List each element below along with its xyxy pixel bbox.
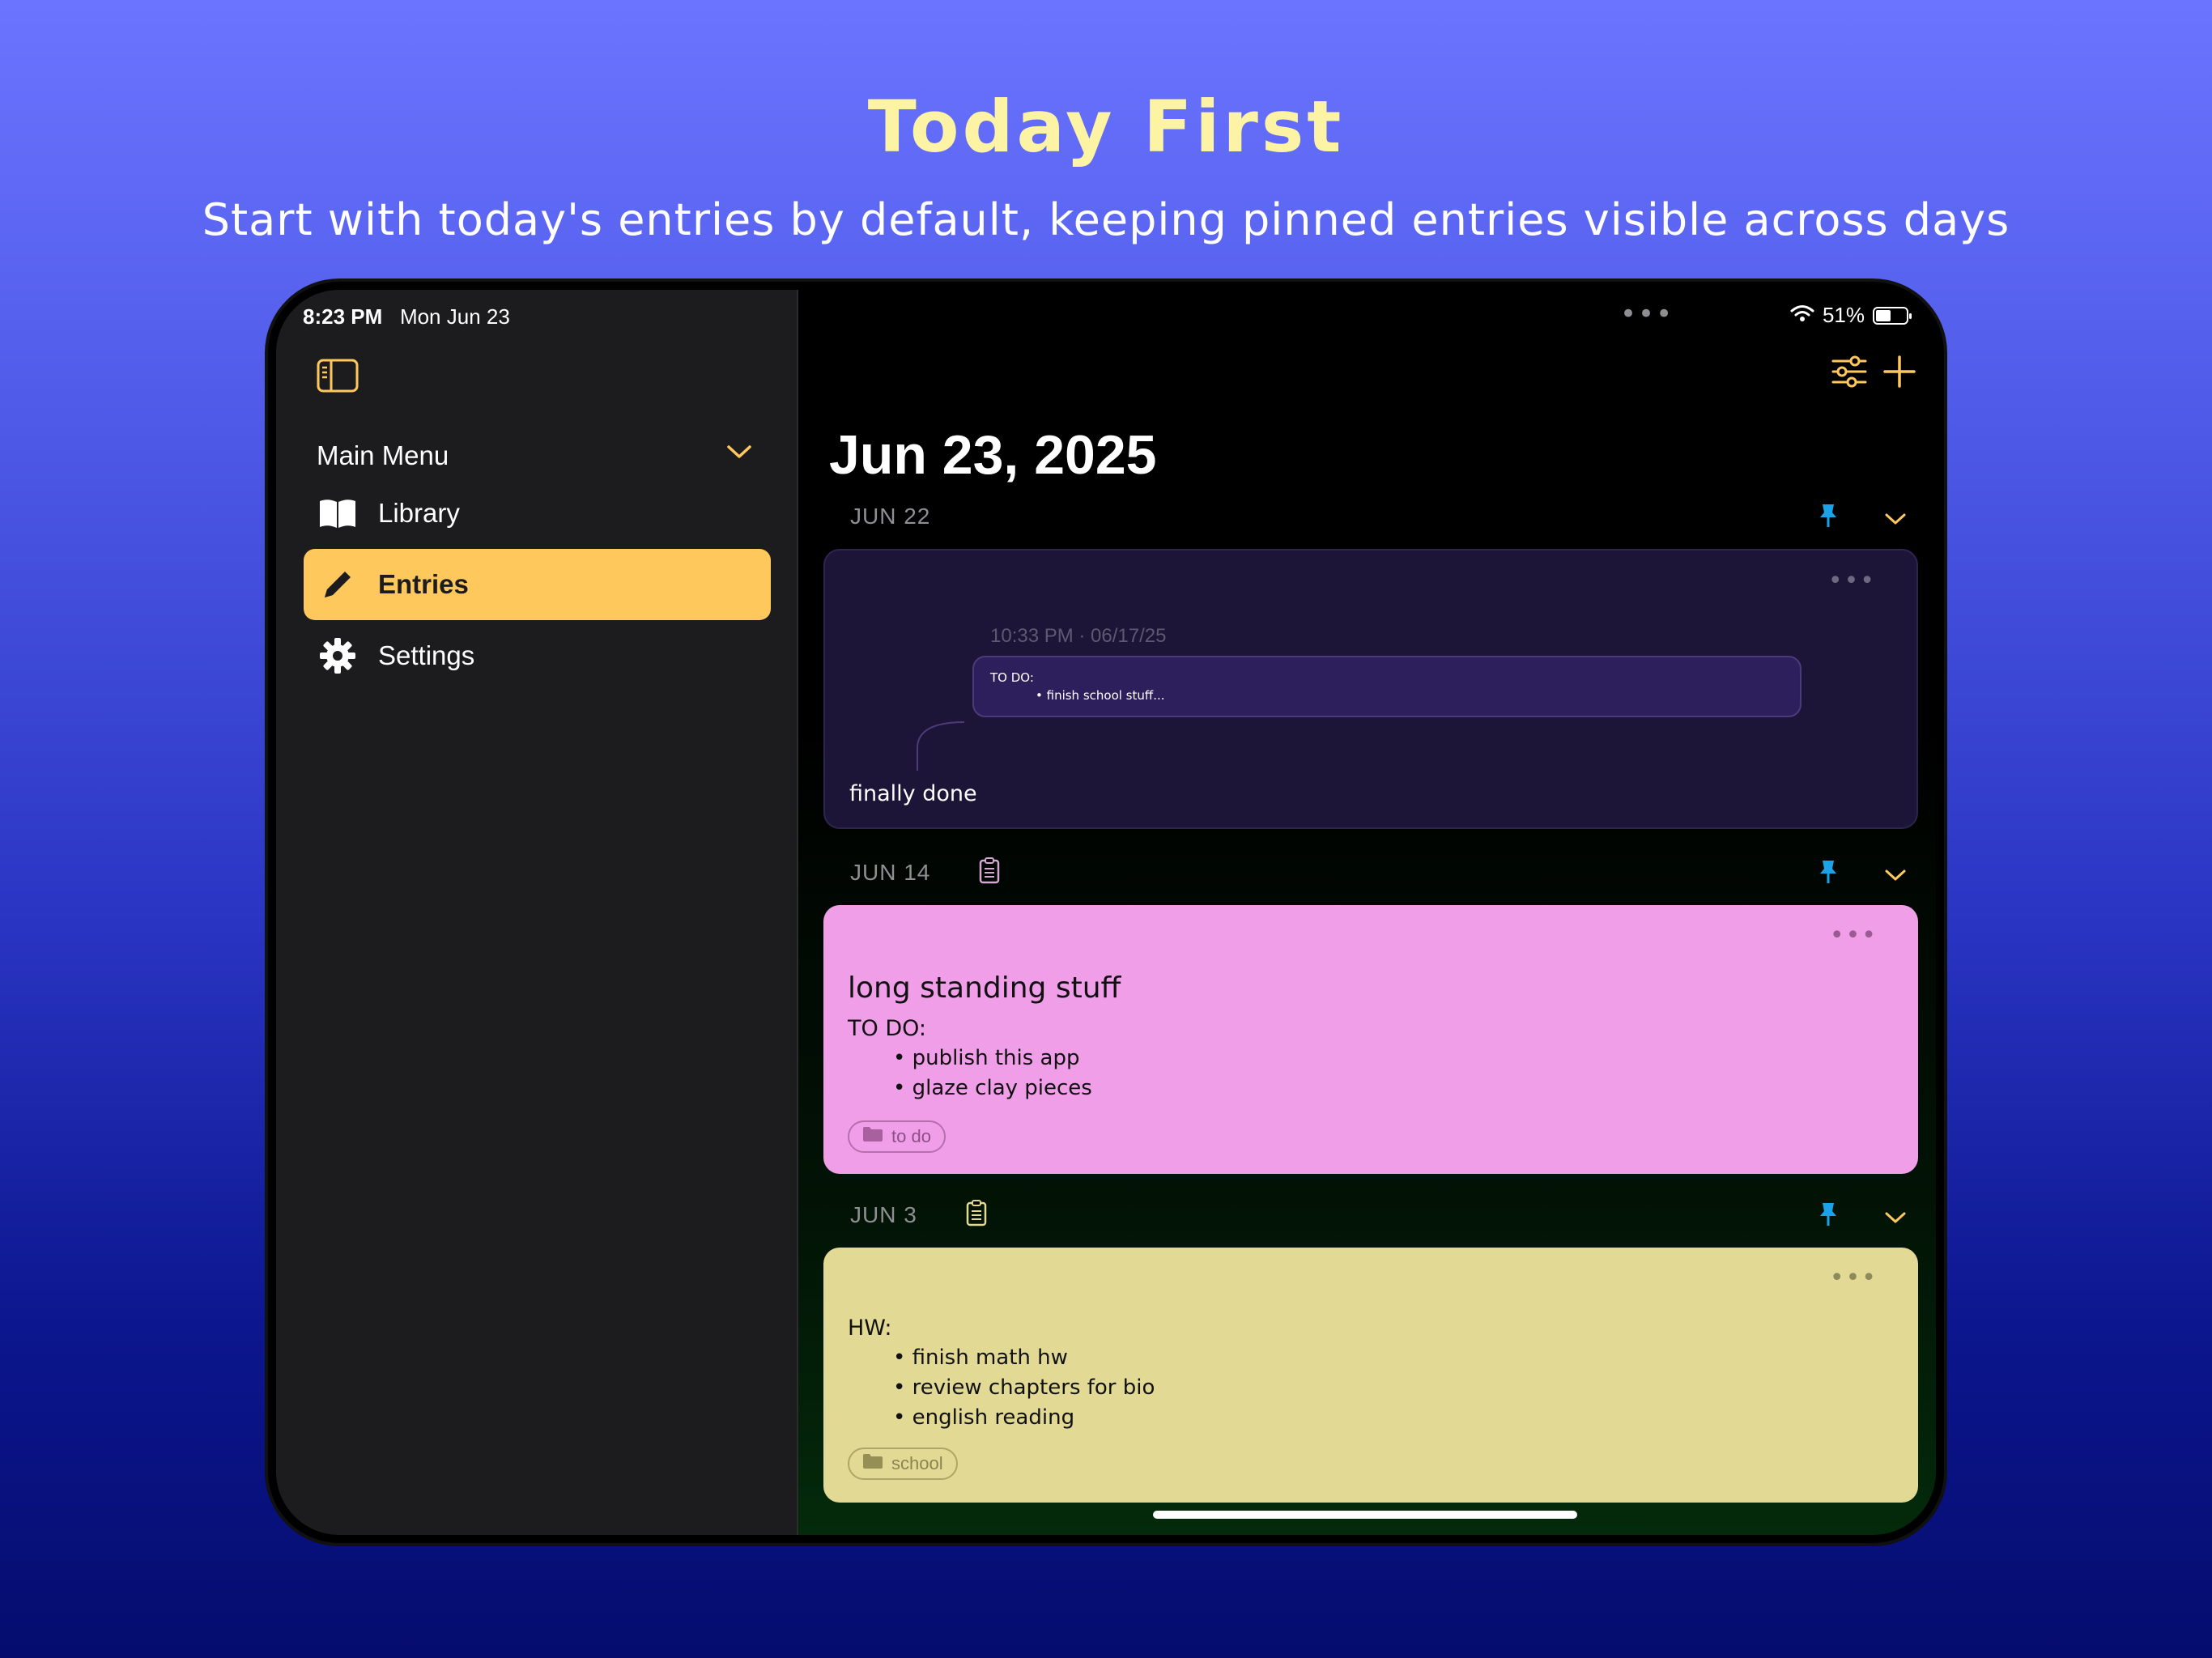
reply-timestamp: 10:33 PM · 06/17/25 bbox=[990, 625, 1167, 647]
wifi-icon bbox=[1790, 303, 1814, 328]
reply-connector bbox=[916, 721, 968, 776]
sidebar-item-label: Settings bbox=[378, 640, 475, 670]
entry-bullet: • finish math hw bbox=[893, 1346, 1068, 1370]
battery-icon bbox=[1873, 306, 1912, 325]
tag-label: school bbox=[891, 1453, 943, 1473]
pin-icon[interactable] bbox=[1818, 1201, 1839, 1233]
day-header: JUN 22 bbox=[829, 496, 1918, 537]
filter-sliders-icon[interactable] bbox=[1831, 355, 1868, 392]
entry-card[interactable]: ••• HW: • finish math hw • review chapte… bbox=[823, 1248, 1918, 1503]
main-content: ••• 51% Jun 23, 2025 JUN 22 ••• 10:33 PM… bbox=[798, 290, 1936, 1535]
sidebar-item-settings[interactable]: Settings bbox=[304, 620, 771, 691]
add-entry-icon[interactable] bbox=[1882, 355, 1916, 392]
clipboard-icon bbox=[966, 1199, 987, 1232]
day-date: JUN 22 bbox=[850, 504, 931, 529]
status-date: Mon Jun 23 bbox=[399, 304, 510, 329]
entry-card[interactable]: ••• long standing stuff TO DO: • publish… bbox=[823, 905, 1918, 1174]
entry-text: finally done bbox=[849, 781, 977, 806]
more-options-icon[interactable]: ••• bbox=[1830, 921, 1878, 950]
folder-icon bbox=[862, 1126, 883, 1147]
quoted-heading: TO DO: bbox=[990, 670, 1034, 685]
entry-title: long standing stuff bbox=[848, 971, 1121, 1005]
gear-icon bbox=[317, 635, 359, 677]
home-indicator[interactable] bbox=[1153, 1511, 1577, 1519]
status-indicators: 51% bbox=[1790, 303, 1912, 328]
tablet-frame: 8:23 PM Mon Jun 23 Main Menu Library Ent… bbox=[268, 282, 1944, 1543]
sidebar-item-entries[interactable]: Entries bbox=[304, 549, 771, 620]
entry-bullet: • review chapters for bio bbox=[893, 1375, 1155, 1400]
entry-bullet: • publish this app bbox=[893, 1046, 1080, 1070]
status-clock: 8:23 PM bbox=[303, 304, 383, 329]
day-header: JUN 3 bbox=[829, 1195, 1918, 1235]
day-header: JUN 14 bbox=[829, 852, 1918, 893]
tag-label: to do bbox=[891, 1126, 931, 1146]
entry-heading: HW: bbox=[848, 1316, 892, 1341]
folder-icon bbox=[862, 1453, 883, 1474]
chevron-down-icon[interactable] bbox=[1884, 1205, 1907, 1231]
screen: 8:23 PM Mon Jun 23 Main Menu Library Ent… bbox=[276, 290, 1936, 1535]
battery-percent: 51% bbox=[1822, 303, 1865, 327]
sidebar-item-library[interactable]: Library bbox=[304, 478, 771, 549]
pencil-icon bbox=[317, 563, 359, 606]
tag-chip[interactable]: school bbox=[848, 1448, 958, 1480]
sidebar-item-label: Library bbox=[378, 498, 460, 528]
pin-icon[interactable] bbox=[1818, 503, 1839, 534]
main-menu-title[interactable]: Main Menu bbox=[317, 440, 449, 471]
promo-subline: Start with today's entries by default, k… bbox=[202, 194, 2010, 245]
day-date: JUN 14 bbox=[850, 860, 931, 885]
sidebar: 8:23 PM Mon Jun 23 Main Menu Library Ent… bbox=[276, 290, 798, 1535]
page-title: Jun 23, 2025 bbox=[829, 424, 1157, 486]
sidebar-item-label: Entries bbox=[378, 569, 469, 599]
multitasking-dots-icon[interactable]: ••• bbox=[1620, 298, 1674, 330]
entry-heading: TO DO: bbox=[848, 1016, 926, 1041]
status-time: 8:23 PM Mon Jun 23 bbox=[303, 304, 510, 329]
chevron-down-icon[interactable] bbox=[1884, 506, 1907, 532]
clipboard-icon bbox=[979, 857, 1000, 890]
more-options-icon[interactable]: ••• bbox=[1828, 567, 1876, 595]
more-options-icon[interactable]: ••• bbox=[1830, 1264, 1878, 1292]
pin-icon[interactable] bbox=[1818, 859, 1839, 891]
book-icon bbox=[317, 492, 359, 534]
entry-bullet: • english reading bbox=[893, 1405, 1075, 1430]
tag-chip[interactable]: to do bbox=[848, 1120, 946, 1153]
chevron-down-icon[interactable] bbox=[1884, 862, 1907, 888]
entry-card[interactable]: ••• 10:33 PM · 06/17/25 TO DO: • finish … bbox=[823, 549, 1918, 829]
day-date: JUN 3 bbox=[850, 1202, 917, 1227]
quoted-bullet: • finish school stuff... bbox=[1036, 688, 1165, 703]
promo-headline: Today First bbox=[867, 85, 1345, 168]
chevron-down-icon[interactable] bbox=[726, 444, 752, 463]
quoted-entry[interactable]: TO DO: • finish school stuff... bbox=[972, 656, 1802, 717]
sidebar-toggle-icon[interactable] bbox=[317, 359, 359, 396]
entry-bullet: • glaze clay pieces bbox=[893, 1076, 1092, 1100]
